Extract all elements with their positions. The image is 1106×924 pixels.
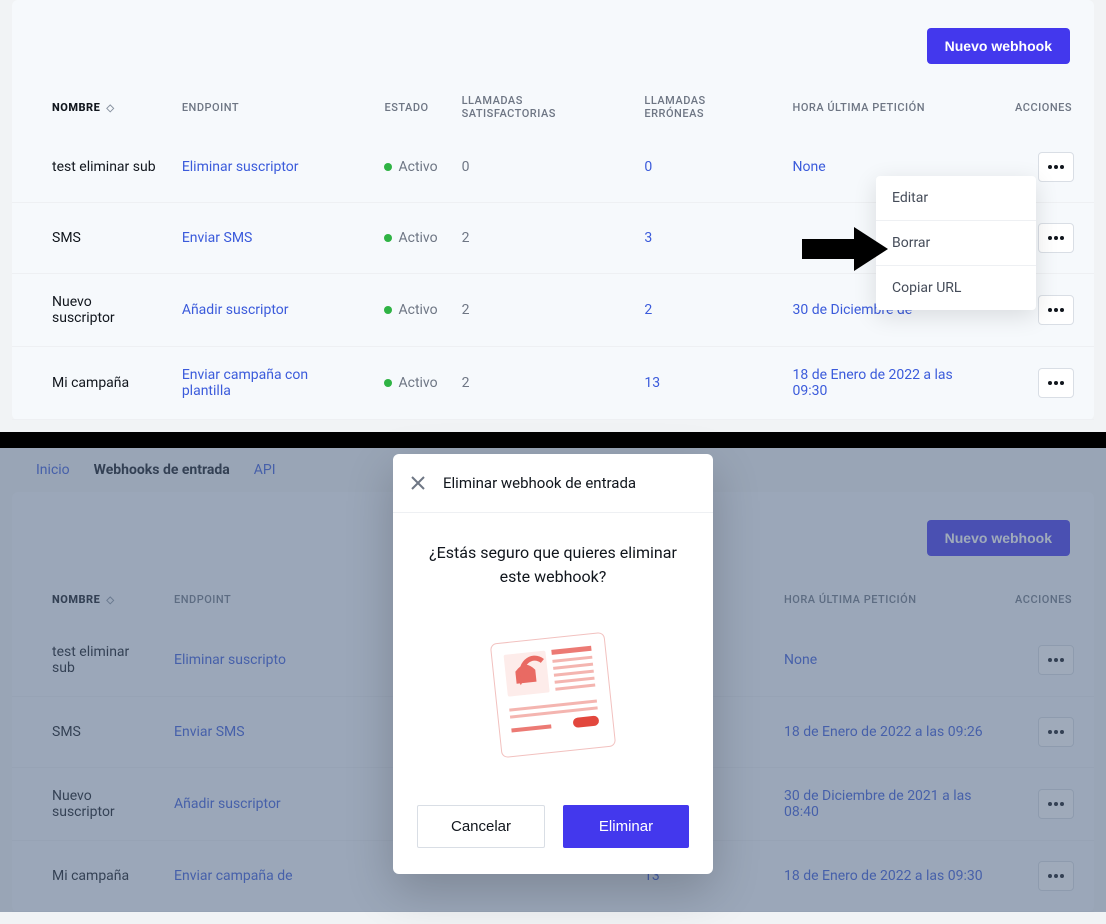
- panel-header: Nuevo webhook: [12, 0, 1094, 82]
- cell-ok: 2: [450, 274, 633, 347]
- cell-ok: 2: [450, 203, 633, 274]
- cell-ok: 0: [450, 132, 633, 203]
- close-icon: [410, 475, 426, 491]
- col-time[interactable]: HORA ÚLTIMA PETICIÓN: [781, 82, 1003, 132]
- delete-illustration-icon: [473, 615, 633, 775]
- col-name-label: NOMBRE: [52, 101, 100, 114]
- modal-header: Eliminar webhook de entrada: [393, 454, 713, 513]
- dots-icon: [1048, 381, 1064, 385]
- cell-status: Activo: [372, 203, 449, 274]
- modal-close-button[interactable]: [407, 472, 429, 494]
- cell-name: SMS: [12, 203, 170, 274]
- cell-err[interactable]: 0: [632, 132, 780, 203]
- status-dot-icon: [384, 379, 392, 387]
- status-label: Activo: [398, 375, 437, 391]
- cell-status: Activo: [372, 132, 449, 203]
- col-actions: ACCIONES: [1003, 82, 1094, 132]
- cell-endpoint[interactable]: Eliminar suscriptor: [170, 132, 373, 203]
- arrow-annotation-icon: [802, 225, 890, 277]
- status-dot-icon: [384, 163, 392, 171]
- col-endpoint[interactable]: ENDPOINT: [170, 82, 373, 132]
- cell-endpoint[interactable]: Enviar campaña con plantilla: [170, 347, 373, 420]
- cell-name: test eliminar sub: [12, 132, 170, 203]
- status-dot-icon: [384, 234, 392, 242]
- sort-icon: ◇: [106, 103, 114, 114]
- status-label: Activo: [398, 302, 437, 318]
- dots-icon: [1048, 308, 1064, 312]
- col-ok[interactable]: LLAMADAS SATISFACTORIAS: [450, 82, 633, 132]
- section-with-modal: Inicio Webhooks de entrada API Nuevo web…: [0, 432, 1106, 912]
- cell-name: Mi campaña: [12, 347, 170, 420]
- modal-question: ¿Estás seguro que quieres eliminar este …: [417, 541, 689, 589]
- status-label: Activo: [398, 159, 437, 175]
- cell-endpoint[interactable]: Añadir suscriptor: [170, 274, 373, 347]
- delete-webhook-modal: Eliminar webhook de entrada ¿Estás segur…: [393, 454, 713, 874]
- row-actions-button[interactable]: [1038, 295, 1074, 325]
- cell-status: Activo: [372, 274, 449, 347]
- cell-ok: 2: [450, 347, 633, 420]
- cell-err[interactable]: 3: [632, 203, 780, 274]
- col-name[interactable]: NOMBRE ◇: [12, 82, 170, 132]
- menu-copy-url[interactable]: Copiar URL: [876, 266, 1036, 310]
- cell-err[interactable]: 13: [632, 347, 780, 420]
- dots-icon: [1048, 165, 1064, 169]
- webhooks-panel-top: Nuevo webhook NOMBRE ◇ ENDPOINT ESTADO LL…: [12, 0, 1094, 420]
- row-actions-menu: Editar Borrar Copiar URL: [876, 176, 1036, 310]
- row-actions-button[interactable]: [1038, 152, 1074, 182]
- modal-title: Eliminar webhook de entrada: [443, 474, 636, 492]
- cell-err[interactable]: 2: [632, 274, 780, 347]
- cancel-button[interactable]: Cancelar: [417, 805, 545, 848]
- cell-name: Nuevo suscriptor: [12, 274, 170, 347]
- dots-icon: [1048, 236, 1064, 240]
- cell-status: Activo: [372, 347, 449, 420]
- row-actions-button[interactable]: [1038, 368, 1074, 398]
- menu-delete[interactable]: Borrar: [876, 221, 1036, 266]
- col-status[interactable]: ESTADO: [372, 82, 449, 132]
- cell-time[interactable]: 18 de Enero de 2022 a las 09:30: [781, 347, 1003, 420]
- new-webhook-button[interactable]: Nuevo webhook: [927, 28, 1070, 64]
- status-dot-icon: [384, 306, 392, 314]
- status-label: Activo: [398, 230, 437, 246]
- table-row: Mi campaña Enviar campaña con plantilla …: [12, 347, 1094, 420]
- cell-endpoint[interactable]: Enviar SMS: [170, 203, 373, 274]
- menu-edit[interactable]: Editar: [876, 176, 1036, 221]
- col-err[interactable]: LLAMADAS ERRÓNEAS: [632, 82, 780, 132]
- confirm-delete-button[interactable]: Eliminar: [563, 805, 689, 848]
- row-actions-button[interactable]: [1038, 223, 1074, 253]
